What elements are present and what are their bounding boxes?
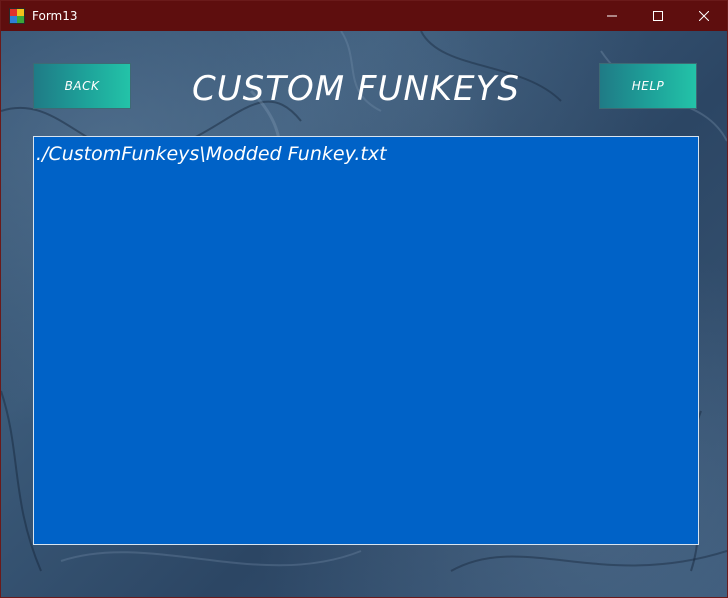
close-button[interactable] [681,1,727,31]
close-icon [699,11,709,21]
minimize-icon [607,15,617,17]
minimize-button[interactable] [589,1,635,31]
app-icon[interactable] [9,8,25,24]
page-title: CUSTOM FUNKEYS [192,69,520,109]
list-item[interactable]: ./CustomFunkeys\Modded Funkey.txt [34,137,698,165]
window-title: Form13 [32,9,78,23]
help-button[interactable]: HELP [599,63,697,109]
app-window: Form13 BACK CUSTOM FUNKEYS HELP ./Custom… [0,0,728,598]
window-controls [589,1,727,31]
title-bar[interactable]: Form13 [1,1,727,31]
maximize-icon [653,11,663,21]
form-background: BACK CUSTOM FUNKEYS HELP ./CustomFunkeys… [1,31,727,597]
back-button[interactable]: BACK [33,63,131,109]
maximize-button[interactable] [635,1,681,31]
funkey-file-list[interactable]: ./CustomFunkeys\Modded Funkey.txt [33,136,699,545]
